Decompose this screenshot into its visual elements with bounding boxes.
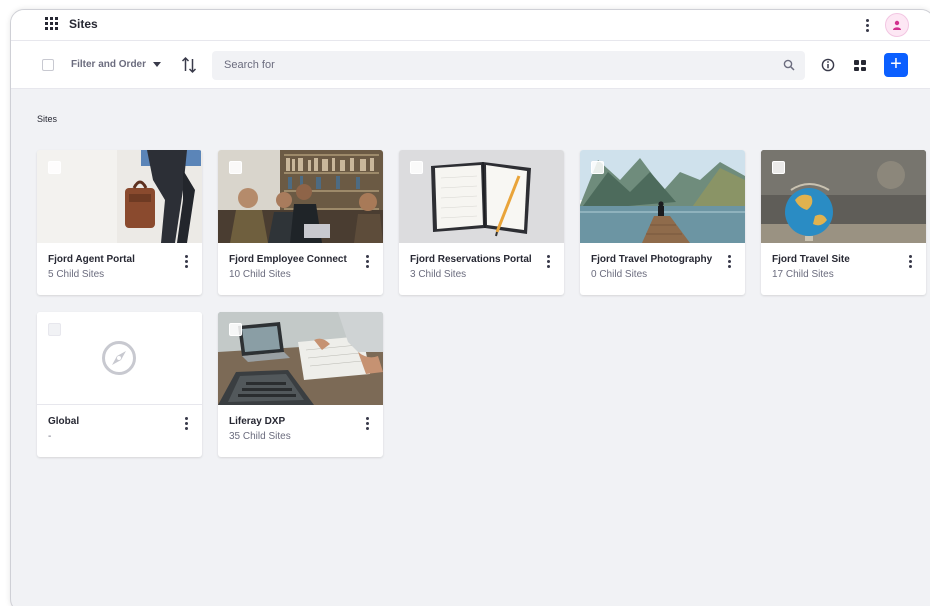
site-card-checkbox[interactable] — [48, 161, 61, 174]
site-card-title[interactable]: Liferay DXP — [229, 416, 285, 427]
site-card-title[interactable]: Fjord Travel Site — [772, 254, 850, 265]
select-all-checkbox[interactable] — [42, 59, 54, 71]
site-card[interactable]: Fjord Agent Portal 5 Child Sites — [37, 150, 202, 295]
options-kebab-icon[interactable] — [861, 14, 873, 36]
site-card-actions-kebab-icon[interactable] — [907, 254, 913, 268]
business-man-briefcase-image — [37, 150, 202, 243]
site-card-actions-kebab-icon[interactable] — [183, 254, 189, 268]
site-card-image — [218, 312, 383, 405]
site-card-image — [580, 150, 745, 243]
page-title: Sites — [69, 17, 98, 31]
site-card[interactable]: Liferay DXP 35 Child Sites — [218, 312, 383, 457]
laptops-desk-image — [218, 312, 383, 405]
globe-image — [761, 150, 926, 243]
site-card-title[interactable]: Global — [48, 416, 79, 427]
search-icon[interactable] — [783, 59, 795, 71]
site-card-subtitle: 5 Child Sites — [48, 269, 105, 280]
management-toolbar: Filter and Order Search for + — [11, 41, 930, 89]
search-placeholder: Search for — [224, 59, 275, 71]
filter-and-order-label: Filter and Order — [71, 59, 147, 70]
compass-icon — [102, 341, 136, 375]
filter-and-order-dropdown[interactable]: Filter and Order — [71, 59, 162, 70]
site-card-subtitle: - — [48, 431, 52, 442]
site-card-title[interactable]: Fjord Reservations Portal — [410, 254, 532, 265]
site-card-image — [37, 150, 202, 243]
lake-mountains-pier-image — [580, 150, 745, 243]
team-meeting-library-image — [218, 150, 383, 243]
site-card-actions-kebab-icon[interactable] — [183, 416, 189, 430]
site-card-checkbox[interactable] — [229, 323, 242, 336]
info-icon[interactable] — [821, 58, 835, 72]
site-card-subtitle: 17 Child Sites — [772, 269, 834, 280]
site-card-title[interactable]: Fjord Employee Connect — [229, 254, 347, 265]
site-card-checkbox[interactable] — [229, 161, 242, 174]
site-card-checkbox[interactable] — [48, 323, 61, 336]
site-card-title[interactable]: Fjord Travel Photography — [591, 254, 712, 265]
site-card[interactable]: Fjord Travel Photography 0 Child Sites — [580, 150, 745, 295]
site-card-image — [761, 150, 926, 243]
notebook-pencil-image — [399, 150, 564, 243]
site-card[interactable]: Fjord Employee Connect 10 Child Sites — [218, 150, 383, 295]
top-bar: Sites — [11, 10, 930, 41]
site-card-checkbox[interactable] — [410, 161, 423, 174]
site-card-actions-kebab-icon[interactable] — [364, 416, 370, 430]
site-card-subtitle: 3 Child Sites — [410, 269, 467, 280]
user-icon — [893, 20, 901, 30]
apps-grid-icon[interactable] — [45, 17, 58, 30]
site-card-subtitle: 0 Child Sites — [591, 269, 648, 280]
user-avatar[interactable] — [885, 13, 909, 37]
caret-down-icon — [153, 62, 162, 67]
site-card[interactable]: Global - — [37, 312, 202, 457]
site-card-image — [399, 150, 564, 243]
site-card[interactable]: Fjord Reservations Portal 3 Child Sites — [399, 150, 564, 295]
section-label: Sites — [37, 114, 58, 124]
site-card-title[interactable]: Fjord Agent Portal — [48, 254, 135, 265]
card-view-icon[interactable] — [854, 60, 866, 71]
sites-window: Sites Filter and Order Search for + Site… — [10, 9, 930, 606]
search-input[interactable]: Search for — [212, 51, 805, 80]
site-card-image — [37, 312, 202, 405]
site-card-subtitle: 35 Child Sites — [229, 431, 291, 442]
add-site-button[interactable]: + — [884, 53, 908, 77]
site-card-actions-kebab-icon[interactable] — [726, 254, 732, 268]
site-card-checkbox[interactable] — [591, 161, 604, 174]
site-card[interactable]: Fjord Travel Site 17 Child Sites — [761, 150, 926, 295]
site-card-subtitle: 10 Child Sites — [229, 269, 291, 280]
site-card-actions-kebab-icon[interactable] — [545, 254, 551, 268]
site-card-actions-kebab-icon[interactable] — [364, 254, 370, 268]
sort-order-icon[interactable] — [181, 56, 197, 74]
site-card-image — [218, 150, 383, 243]
site-card-checkbox[interactable] — [772, 161, 785, 174]
